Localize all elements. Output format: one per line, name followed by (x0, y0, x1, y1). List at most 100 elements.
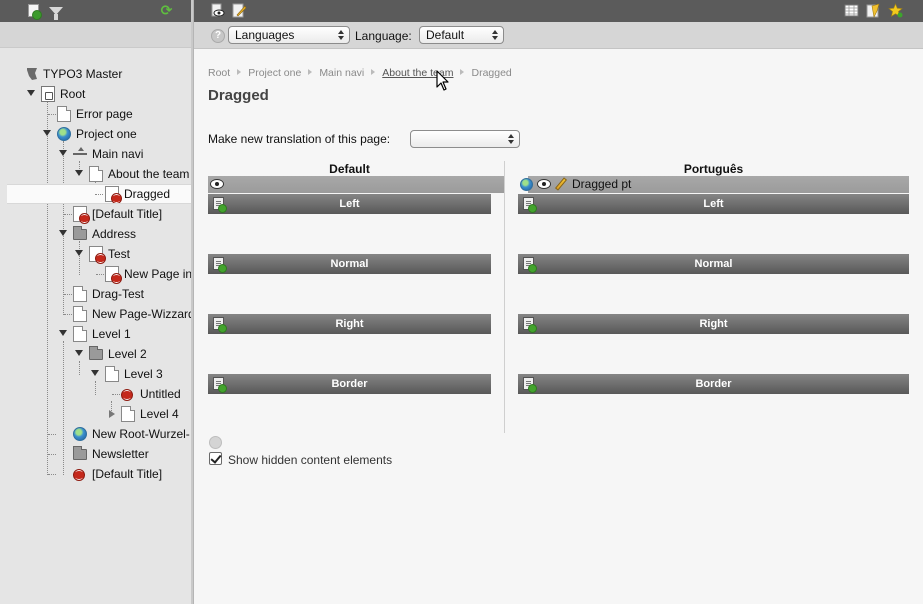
tree-item-default-title-2[interactable]: [Default Title] (0, 464, 193, 484)
collapse-arrow-icon[interactable] (43, 130, 51, 136)
root-page-icon (41, 86, 55, 102)
colpos-label: Left (339, 198, 360, 210)
tree-item-label: New Page-Wizzard (92, 307, 193, 321)
function-select[interactable]: Languages (228, 26, 350, 44)
collapse-arrow-icon[interactable] (91, 370, 99, 376)
tree-item-main-navi[interactable]: Main navi (0, 144, 193, 164)
tree-item-label: Project one (76, 127, 137, 141)
tree-item-error-page[interactable]: Error page (0, 104, 193, 124)
tree-item-default-title[interactable]: [Default Title] (0, 204, 193, 224)
default-column-header: Default (329, 162, 370, 176)
tree-guide (95, 194, 103, 195)
new-translation-select[interactable] (410, 130, 520, 148)
collapse-arrow-icon[interactable] (27, 90, 35, 96)
breadcrumb: Root Project one Main navi About the team Dr… (208, 67, 512, 79)
breadcrumb-separator-icon (371, 69, 376, 75)
colpos-label: Normal (330, 258, 369, 270)
tree-item-label: Address (92, 227, 137, 241)
tree-item-newsletter[interactable]: Newsletter (0, 444, 193, 464)
tree-site-root[interactable]: TYPO3 Master (0, 64, 193, 84)
tree-item-label: Main navi (92, 147, 144, 161)
menu-separator-icon (73, 146, 87, 162)
eye-icon[interactable] (210, 179, 224, 189)
tree-item-label: Root (60, 87, 86, 101)
tree-item-level-3[interactable]: Level 3 (0, 364, 193, 384)
tree-item-label: Test (108, 247, 131, 261)
tree-item-about-the-team[interactable]: About the team (0, 164, 193, 184)
new-content-icon[interactable] (523, 377, 537, 393)
clear-cache-icon[interactable] (866, 3, 881, 18)
tree-item-drag-test[interactable]: Drag-Test (0, 284, 193, 304)
tree-item-new-root-wurzel[interactable]: New Root-Wurzel- (0, 424, 193, 444)
filter-button[interactable] (48, 3, 63, 20)
refresh-button[interactable]: ⟳ (159, 3, 174, 18)
tree-guide (64, 314, 72, 315)
tree-item-level-1[interactable]: Level 1 (0, 324, 193, 344)
colpos-right-translation: Right (518, 314, 909, 334)
tree-item-new-page-in[interactable]: New Page in (0, 264, 193, 284)
translation-column-header: Português (683, 162, 744, 176)
tree-item-level-2[interactable]: Level 2 (0, 344, 193, 364)
tree-guide (96, 274, 104, 275)
colpos-label: Right (335, 318, 364, 330)
module-subbar: ? Languages Language: Default (194, 22, 923, 49)
page-icon (57, 106, 71, 122)
grid-icon[interactable] (844, 3, 859, 18)
page-module-content: Root Project one Main navi About the team Dr… (194, 49, 923, 604)
tree-item-label: Level 2 (108, 347, 147, 361)
select-arrows-icon (338, 30, 344, 40)
tree-guide (48, 434, 56, 435)
collapse-arrow-icon[interactable] (59, 230, 67, 236)
edit-page-icon[interactable] (232, 3, 247, 18)
language-select[interactable]: Default (419, 26, 504, 44)
folder-icon (89, 346, 103, 360)
select-arrows-icon (492, 30, 498, 40)
collapse-arrow-icon[interactable] (75, 350, 83, 356)
collapse-arrow-icon[interactable] (75, 250, 83, 256)
collapse-arrow-icon[interactable] (59, 330, 67, 336)
language-header-bar: Dragged pt (208, 176, 909, 193)
tree-guide (64, 214, 72, 215)
tree-item-root[interactable]: Root (0, 84, 193, 104)
tree-item-label: Level 3 (124, 367, 163, 381)
tree-item-untitled[interactable]: Untitled (0, 384, 193, 404)
tree-item-test[interactable]: Test (0, 244, 193, 264)
collapse-arrow-icon[interactable] (75, 170, 83, 176)
help-icon[interactable] (209, 436, 222, 449)
pencil-icon[interactable] (554, 177, 568, 191)
eye-icon[interactable] (537, 179, 551, 189)
collapse-arrow-icon[interactable] (59, 150, 67, 156)
colpos-label: Border (695, 378, 732, 390)
breadcrumb-item[interactable]: Main navi (319, 67, 364, 79)
breadcrumb-item[interactable]: Root (208, 67, 230, 79)
view-page-icon[interactable] (210, 3, 225, 18)
tree-item-dragged[interactable]: Dragged (7, 184, 193, 204)
colpos-label: Left (703, 198, 724, 210)
tree-item-label: Level 4 (140, 407, 179, 421)
tree-item-address[interactable]: Address (0, 224, 193, 244)
tree-item-label: Level 1 (92, 327, 131, 341)
tree-item-label: Dragged (124, 187, 171, 201)
tree-item-new-page-wizzard[interactable]: New Page-Wizzard (0, 304, 193, 324)
hidden-separator-icon (119, 386, 133, 402)
tree-item-project-one[interactable]: Project one (0, 124, 193, 144)
new-page-button[interactable] (26, 3, 42, 20)
expand-arrow-icon[interactable] (109, 410, 115, 418)
new-content-icon[interactable] (523, 317, 537, 333)
show-hidden-label[interactable]: Show hidden content elements (228, 453, 392, 467)
breadcrumb-item[interactable]: Project one (248, 67, 301, 79)
new-content-icon[interactable] (213, 197, 227, 213)
breadcrumb-separator-icon (308, 69, 313, 75)
new-content-icon[interactable] (213, 317, 227, 333)
new-content-icon[interactable] (523, 257, 537, 273)
new-content-icon[interactable] (213, 377, 227, 393)
refresh-icon: ⟳ (160, 2, 173, 18)
new-content-icon[interactable] (213, 257, 227, 273)
help-icon[interactable]: ? (211, 29, 225, 43)
tree-item-level-4[interactable]: Level 4 (0, 404, 193, 424)
new-content-icon[interactable] (523, 197, 537, 213)
tree-item-label: [Default Title] (92, 467, 163, 481)
bookmark-star-icon[interactable] (888, 3, 903, 18)
function-select-value: Languages (235, 28, 295, 42)
show-hidden-checkbox[interactable] (209, 452, 222, 465)
